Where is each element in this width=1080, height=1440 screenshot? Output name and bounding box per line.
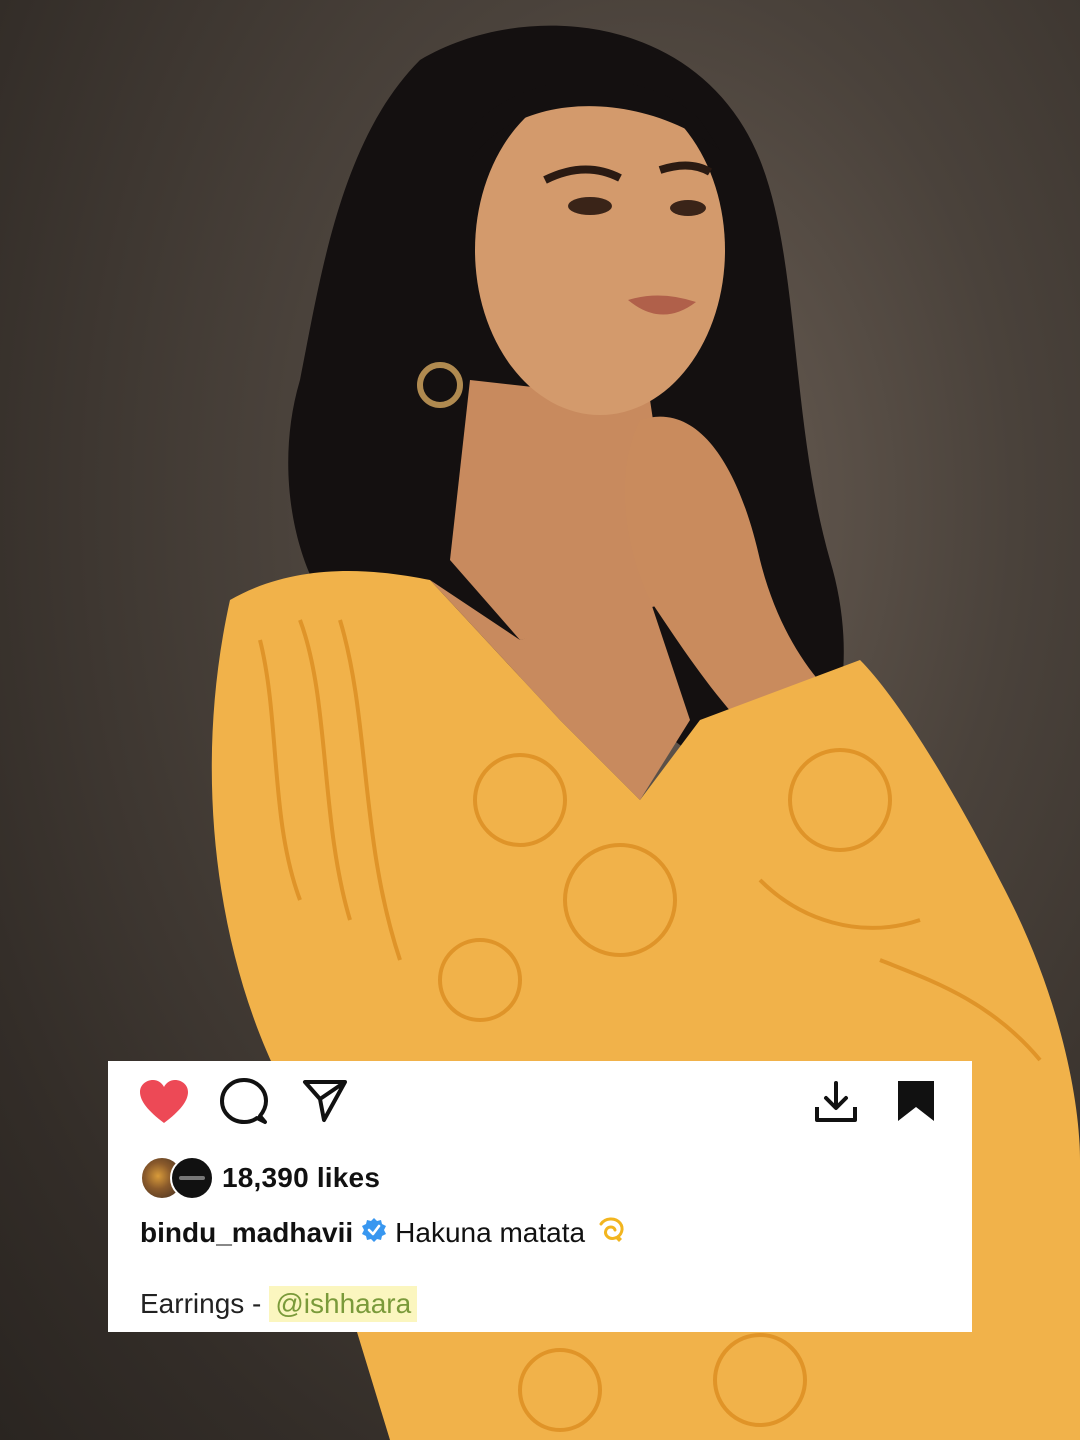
caption: bindu_madhavii Hakuna matata [140,1211,627,1255]
download-icon[interactable] [814,1081,858,1123]
liker-avatar[interactable] [170,1156,214,1200]
caption-text: Hakuna matata [395,1217,586,1248]
likes-count[interactable]: 18,390 likes [222,1162,380,1194]
caption-credit: Earrings - @ishhaara [140,1283,418,1325]
heart-icon[interactable] [138,1079,190,1125]
likes-summary[interactable]: 18,390 likes [140,1155,380,1201]
mention-link[interactable]: @ishhaara [269,1286,418,1322]
credit-label: Earrings - [140,1288,262,1319]
username[interactable]: bindu_madhavii [140,1217,353,1249]
comment-icon[interactable] [220,1078,268,1126]
bookmark-icon[interactable] [898,1081,934,1121]
post-info-card: 18,390 likes bindu_madhavii Hakuna matat… [108,1061,972,1332]
avatar-logo [179,1176,205,1180]
send-icon[interactable] [302,1079,348,1123]
dizzy-emoji-icon [595,1214,627,1253]
verified-badge-icon [361,1217,387,1250]
